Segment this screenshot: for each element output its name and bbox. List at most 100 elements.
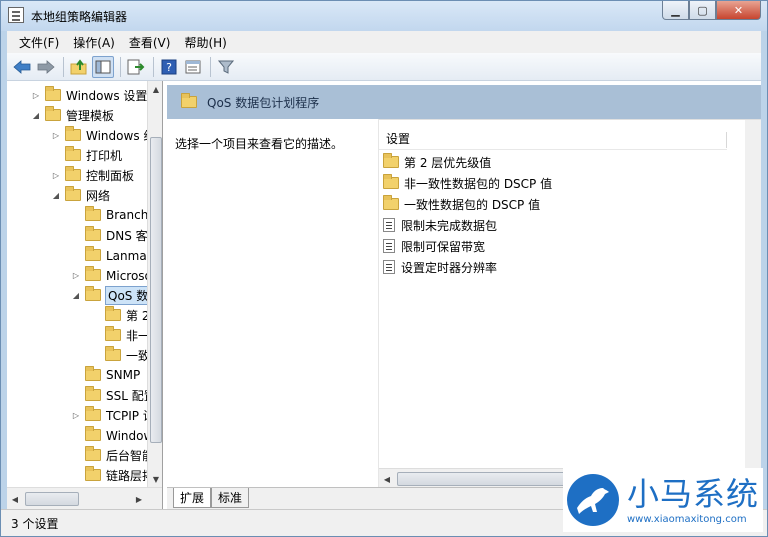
watermark-text: 小马系统 www.xiaomaxitong.com — [627, 476, 759, 525]
folder-icon — [85, 206, 101, 221]
tree-item[interactable]: SNMP — [71, 365, 140, 385]
menu-file[interactable]: 文件(F) — [13, 34, 65, 51]
tree-scroll-thumb[interactable] — [150, 137, 162, 443]
close-icon: ✕ — [733, 3, 744, 17]
filter-button[interactable] — [215, 56, 237, 78]
list-item[interactable]: 第 2 层优先级值 — [383, 152, 491, 172]
expand-arrow-icon[interactable]: ▷ — [71, 411, 81, 420]
tree-item[interactable]: ▷ 控制面板 — [51, 165, 134, 185]
expand-arrow-icon[interactable]: ▷ — [51, 131, 61, 140]
properties-button[interactable] — [182, 56, 204, 78]
list-item[interactable]: 设置定时器分辨率 — [383, 257, 497, 277]
toolbar-separator — [153, 56, 154, 77]
svg-text:?: ? — [166, 61, 172, 74]
tree-item-label: 控制面板 — [86, 168, 135, 183]
folder-icon — [85, 266, 101, 281]
folder-icon — [383, 195, 399, 210]
forward-arrow-icon — [37, 59, 55, 74]
folder-icon — [105, 346, 121, 361]
toolbar-separator — [63, 56, 64, 77]
collapse-arrow-icon[interactable]: ◢ — [31, 111, 41, 120]
tab-extended[interactable]: 扩展 — [173, 488, 212, 508]
folder-icon — [383, 174, 399, 189]
tree-item-label: 打印机 — [86, 148, 123, 163]
menu-help[interactable]: 帮助(H) — [178, 34, 232, 51]
list-item-label: 设置定时器分辨率 — [401, 260, 498, 275]
details-title: QoS 数据包计划程序 — [207, 95, 320, 110]
tree-item[interactable]: ◢ 网络 — [51, 185, 110, 205]
list-item[interactable]: 非一致性数据包的 DSCP 值 — [383, 173, 552, 193]
menu-bar: 文件(F) 操作(A) 查看(V) 帮助(H) — [7, 31, 761, 53]
content-area: ▷ Windows 设置 ◢ 管理模板 ▷ Windows 组件 打印机 ▷ 控制面板 ◢ 网络 Br… — [7, 81, 761, 509]
policy-setting-icon — [383, 260, 395, 274]
close-button[interactable]: ✕ — [716, 1, 761, 20]
title-bar[interactable]: 本地组策略编辑器 ▁ ▢ ✕ — [1, 1, 767, 31]
tab-label: 标准 — [218, 491, 243, 505]
list-item-label: 非一致性数据包的 DSCP 值 — [404, 176, 553, 191]
expand-arrow-icon[interactable]: ▷ — [31, 91, 41, 100]
policy-editor-icon — [8, 7, 24, 23]
details-header: QoS 数据包计划程序 — [167, 85, 761, 119]
settings-list: 设置 第 2 层优先级值非一致性数据包的 DSCP 值一致性数据包的 DSCP … — [379, 119, 761, 488]
list-item-label: 限制可保留带宽 — [401, 239, 486, 254]
tab-label: 扩展 — [180, 491, 205, 505]
policy-setting-icon — [383, 239, 395, 253]
watermark-brand: 小马系统 — [627, 474, 760, 513]
forward-button[interactable] — [35, 56, 57, 78]
tree-vertical-scrollbar[interactable]: ▲ ▼ — [147, 81, 162, 487]
collapse-arrow-icon[interactable]: ◢ — [71, 291, 81, 300]
tree-item[interactable]: ▷ Windows 设置 — [31, 85, 147, 105]
scroll-up-icon[interactable]: ▲ — [148, 81, 162, 97]
menu-view[interactable]: 查看(V) — [123, 34, 177, 51]
scroll-right-icon[interactable]: ▶ — [131, 491, 147, 507]
toolbar: ? — [7, 53, 761, 81]
help-button[interactable]: ? — [158, 56, 180, 78]
tree-hscroll-thumb[interactable] — [25, 492, 79, 506]
folder-icon — [85, 386, 101, 401]
folder-icon — [181, 93, 197, 108]
maximize-button[interactable]: ▢ — [689, 1, 716, 20]
toolbar-separator — [120, 56, 121, 77]
window-title: 本地组策略编辑器 — [31, 10, 128, 24]
policy-setting-icon — [383, 218, 395, 232]
list-item[interactable]: 一致性数据包的 DSCP 值 — [383, 194, 540, 214]
list-hscroll-thumb[interactable] — [397, 472, 572, 486]
menu-action[interactable]: 操作(A) — [67, 34, 121, 51]
show-hide-tree-icon — [95, 60, 111, 73]
folder-icon — [85, 226, 101, 241]
list-vertical-scrollbar[interactable] — [745, 120, 761, 488]
maximize-icon: ▢ — [697, 3, 708, 17]
export-list-button[interactable] — [125, 56, 147, 78]
description-text: 选择一个项目来查看它的描述。 — [175, 137, 344, 151]
tree-item-label: 管理模板 — [66, 108, 115, 123]
up-one-level-button[interactable] — [68, 56, 90, 78]
folder-icon — [65, 146, 81, 161]
show-hide-tree-button[interactable] — [92, 55, 114, 78]
tree-item[interactable]: ◢ 管理模板 — [31, 105, 114, 125]
folder-icon — [65, 186, 81, 201]
expand-arrow-icon[interactable]: ▷ — [71, 271, 81, 280]
folder-icon — [85, 246, 101, 261]
list-item[interactable]: 限制未完成数据包 — [383, 215, 497, 235]
back-arrow-icon — [13, 59, 31, 74]
scroll-down-icon[interactable]: ▼ — [148, 471, 162, 487]
folder-icon — [85, 286, 101, 301]
folder-icon — [65, 126, 81, 141]
column-header-setting[interactable]: 设置 — [379, 128, 727, 150]
expand-arrow-icon[interactable]: ▷ — [51, 171, 61, 180]
back-button[interactable] — [11, 56, 33, 78]
folder-icon — [383, 153, 399, 168]
tab-standard[interactable]: 标准 — [211, 488, 250, 508]
folder-icon — [85, 406, 101, 421]
list-item[interactable]: 限制可保留带宽 — [383, 236, 485, 256]
folder-icon — [85, 446, 101, 461]
collapse-arrow-icon[interactable]: ◢ — [51, 191, 61, 200]
main-window: 本地组策略编辑器 ▁ ▢ ✕ 文件(F) 操作(A) 查看(V) 帮助(H) ?… — [0, 0, 768, 537]
tree-horizontal-scrollbar[interactable]: ◀ ▶ — [7, 487, 162, 509]
scroll-left-icon[interactable]: ◀ — [7, 491, 23, 507]
folder-icon — [85, 426, 101, 441]
tree-item[interactable]: 打印机 — [51, 145, 122, 165]
minimize-button[interactable]: ▁ — [662, 1, 689, 20]
toolbar-separator — [210, 56, 211, 77]
scroll-left-icon[interactable]: ◀ — [379, 471, 395, 487]
